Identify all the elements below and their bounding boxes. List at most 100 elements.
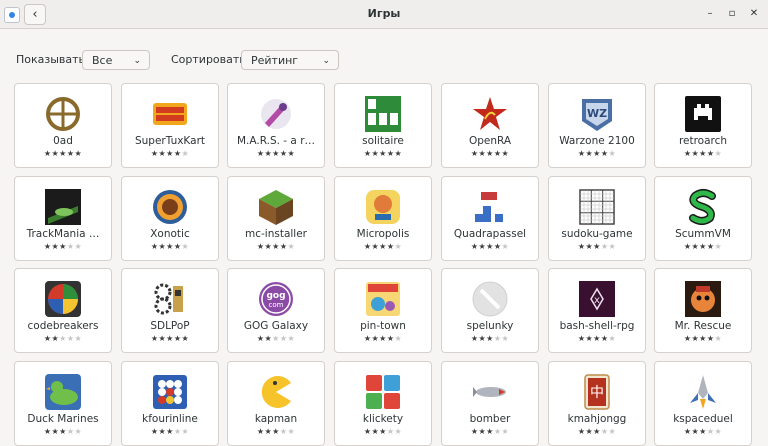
game-tile[interactable]: Mr. Rescue ★★★★★ xyxy=(654,268,752,353)
star-icon: ★ xyxy=(264,334,273,343)
star-icon: ★ xyxy=(699,242,707,251)
star-rating: ★★★★★ xyxy=(442,334,538,343)
game-tile[interactable]: SuperTuxKart ★★★★★ xyxy=(121,83,219,168)
kspaceduel-icon xyxy=(684,373,722,411)
star-icon: ★ xyxy=(600,149,609,158)
game-tile[interactable]: Quadrapassel ★★★★★ xyxy=(441,176,539,261)
game-name: kfourinline xyxy=(142,413,198,425)
star-rating: ★★★★★ xyxy=(122,242,218,251)
sdlpop-icon xyxy=(151,280,189,318)
star-icon: ★ xyxy=(74,242,83,251)
game-tile[interactable]: ScummVM ★★★★★ xyxy=(654,176,752,261)
star-icon: ★ xyxy=(166,149,174,158)
game-tile[interactable]: SDLPoP ★★★★★ xyxy=(121,268,219,353)
game-tile[interactable]: kspaceduel ★★★★★ xyxy=(654,361,752,446)
star-icon: ★ xyxy=(600,242,609,251)
star-icon: ★ xyxy=(173,242,182,251)
titlebar: ‹ Игры – ▫ ✕ xyxy=(0,0,768,29)
bash-rpg-icon: x xyxy=(578,280,616,318)
star-icon: ★ xyxy=(379,334,387,343)
klickety-icon xyxy=(364,373,402,411)
retroarch-icon xyxy=(684,95,722,133)
star-icon: ★ xyxy=(691,242,700,251)
close-button[interactable]: ✕ xyxy=(746,6,762,22)
minimize-button[interactable]: – xyxy=(702,6,718,22)
game-tile[interactable]: gog com GOG Galaxy ★★★★★ xyxy=(227,268,325,353)
game-tile[interactable]: sudoku-game ★★★★★ xyxy=(548,176,646,261)
chevron-down-icon: ⌄ xyxy=(133,56,141,66)
game-name: solitaire xyxy=(362,135,404,147)
star-rating: ★★★★★ xyxy=(549,242,645,251)
star-rating: ★★★★★ xyxy=(228,149,324,158)
game-tile[interactable]: pin-town ★★★★★ xyxy=(334,268,432,353)
quadrapassel-icon xyxy=(471,188,509,226)
show-dropdown[interactable]: Все ⌄ xyxy=(82,50,150,70)
star-icon: ★ xyxy=(691,334,700,343)
game-name: OpenRA xyxy=(468,135,512,147)
game-tile[interactable]: spelunky ★★★★★ xyxy=(441,268,539,353)
kapman-icon xyxy=(257,373,295,411)
svg-text:x: x xyxy=(594,295,600,306)
game-tile[interactable]: Micropolis ★★★★★ xyxy=(334,176,432,261)
game-tile[interactable]: M.A.R.S. - a r… ★★★★★ xyxy=(227,83,325,168)
game-name: mc-installer xyxy=(245,228,307,240)
game-tile[interactable]: solitaire ★★★★★ xyxy=(334,83,432,168)
star-icon: ★ xyxy=(691,149,700,158)
game-name: ScummVM xyxy=(675,228,731,240)
maximize-button[interactable]: ▫ xyxy=(724,6,740,22)
game-tile[interactable]: 中 kmahjongg ★★★★★ xyxy=(548,361,646,446)
game-tile[interactable]: WZ Warzone 2100 ★★★★★ xyxy=(548,83,646,168)
game-tile[interactable]: kapman ★★★★★ xyxy=(227,361,325,446)
star-rating: ★★★★★ xyxy=(335,149,431,158)
star-icon: ★ xyxy=(493,242,502,251)
star-icon: ★ xyxy=(287,334,296,343)
game-tile[interactable]: kfourinline ★★★★★ xyxy=(121,361,219,446)
star-rating: ★★★★★ xyxy=(15,334,111,343)
show-label: Показывать xyxy=(16,53,86,66)
warzone-icon: WZ xyxy=(578,95,616,133)
star-icon: ★ xyxy=(593,334,601,343)
chevron-down-icon: ⌄ xyxy=(322,56,330,66)
star-icon: ★ xyxy=(608,334,617,343)
game-name: kmahjongg xyxy=(567,413,627,425)
star-icon: ★ xyxy=(51,334,60,343)
star-rating: ★★★★★ xyxy=(442,242,538,251)
star-rating: ★★★★★ xyxy=(655,149,751,158)
sudoku-icon xyxy=(578,188,616,226)
star-icon: ★ xyxy=(478,242,487,251)
game-tile[interactable]: Xonotic ★★★★★ xyxy=(121,176,219,261)
game-tile[interactable]: codebreakers ★★★★★ xyxy=(14,268,112,353)
game-name: SDLPoP xyxy=(150,320,190,332)
star-rating: ★★★★★ xyxy=(655,334,751,343)
star-icon: ★ xyxy=(74,334,83,343)
supertuxkart-icon xyxy=(151,95,189,133)
game-tile[interactable]: 0ad ★★★★★ xyxy=(14,83,112,168)
star-icon: ★ xyxy=(478,334,487,343)
star-icon: ★ xyxy=(371,149,380,158)
star-icon: ★ xyxy=(181,242,190,251)
game-tile[interactable]: bomber ★★★★★ xyxy=(441,361,539,446)
game-tile[interactable]: mc-installer ★★★★★ xyxy=(227,176,325,261)
scummvm-icon xyxy=(684,188,722,226)
game-tile[interactable]: retroarch ★★★★★ xyxy=(654,83,752,168)
game-tile[interactable]: TrackMania … ★★★★★ xyxy=(14,176,112,261)
game-tile[interactable]: Duck Marines ★★★★★ xyxy=(14,361,112,446)
game-tile[interactable]: OpenRA ★★★★★ xyxy=(441,83,539,168)
game-tile[interactable]: x bash-shell-rpg ★★★★★ xyxy=(548,268,646,353)
game-name: Mr. Rescue xyxy=(674,320,732,332)
star-icon: ★ xyxy=(501,334,510,343)
star-icon: ★ xyxy=(379,242,387,251)
sort-dropdown[interactable]: Рейтинг ⌄ xyxy=(241,50,339,70)
star-icon: ★ xyxy=(158,149,167,158)
star-icon: ★ xyxy=(287,149,296,158)
star-icon: ★ xyxy=(699,334,707,343)
star-rating: ★★★★★ xyxy=(549,334,645,343)
star-icon: ★ xyxy=(608,149,617,158)
star-icon: ★ xyxy=(608,242,617,251)
star-icon: ★ xyxy=(394,334,403,343)
star-icon: ★ xyxy=(158,334,167,343)
game-tile[interactable]: klickety ★★★★★ xyxy=(334,361,432,446)
star-icon: ★ xyxy=(264,149,273,158)
star-icon: ★ xyxy=(585,149,594,158)
game-name: M.A.R.S. - a r… xyxy=(236,135,316,147)
